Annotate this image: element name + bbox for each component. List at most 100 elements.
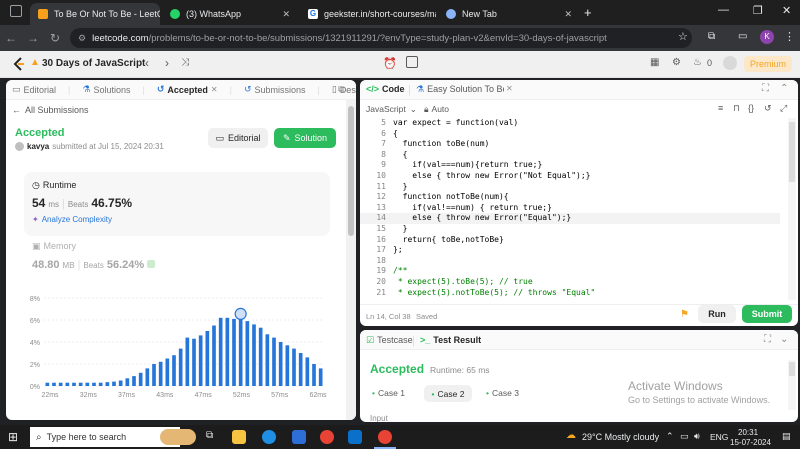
tab-new-tab[interactable]: New Tab ✕ bbox=[438, 3, 580, 25]
chart-bar[interactable] bbox=[192, 338, 196, 386]
notes-icon[interactable] bbox=[406, 56, 418, 68]
chart-bar[interactable] bbox=[158, 361, 163, 386]
chart-bar[interactable] bbox=[58, 382, 63, 386]
chart-bar[interactable] bbox=[278, 342, 283, 386]
chart-bar[interactable] bbox=[272, 337, 276, 386]
chart-bar[interactable] bbox=[245, 321, 250, 386]
tab-solution-draft[interactable]: ⚗ Easy Solution To Be bbox=[416, 84, 504, 95]
chart-bar[interactable] bbox=[172, 355, 176, 386]
clock-time[interactable]: 20:31 bbox=[738, 428, 758, 437]
store-icon[interactable] bbox=[292, 430, 306, 444]
sidebar-icon[interactable]: ▭ bbox=[738, 31, 747, 42]
code-editor[interactable]: 5 var expect = function(val) 6{7 function … bbox=[360, 118, 780, 300]
bookmark-star-icon[interactable]: ☆ bbox=[678, 30, 688, 43]
code-line[interactable]: 8 { bbox=[360, 150, 780, 161]
chart-bar[interactable] bbox=[212, 325, 216, 387]
windows-start-icon[interactable]: ⊞ bbox=[8, 430, 18, 444]
edge-icon[interactable] bbox=[262, 430, 276, 444]
tab-code[interactable]: </> Code bbox=[366, 84, 405, 94]
user-avatar[interactable] bbox=[723, 56, 737, 70]
chart-bar[interactable] bbox=[305, 357, 310, 386]
code-line[interactable]: 13 if(val!==num) { return true;} bbox=[360, 203, 780, 214]
mail-icon[interactable] bbox=[348, 430, 362, 444]
restore-icon[interactable]: ❐ bbox=[753, 4, 763, 17]
chart-bar[interactable] bbox=[165, 358, 170, 387]
language-select[interactable]: JavaScript ⌄ bbox=[366, 104, 417, 115]
volume-icon[interactable]: 🔊︎ bbox=[694, 431, 700, 442]
maximize-icon[interactable]: ⛶ bbox=[762, 83, 769, 94]
runtime-card[interactable]: ◷ Runtime 54 ms | Beats 46.75% ✦ Analyze C… bbox=[24, 172, 330, 236]
chart-bar[interactable] bbox=[238, 318, 243, 386]
reload-icon[interactable]: ↻ bbox=[44, 31, 66, 45]
chart-bar[interactable] bbox=[98, 382, 103, 386]
chrome-active-icon[interactable] bbox=[378, 430, 392, 444]
case-3-tab[interactable]: • Case 3 bbox=[486, 388, 519, 398]
tab-accepted[interactable]: ↺ Accepted ✕ bbox=[157, 84, 218, 95]
chart-bar[interactable] bbox=[145, 368, 150, 386]
back-arrow-icon[interactable]: ← bbox=[0, 31, 22, 45]
expand-icon[interactable]: ⤢ bbox=[780, 103, 787, 114]
chart-bar[interactable] bbox=[132, 376, 136, 386]
autocomplete-mode[interactable]: 🔒︎ Auto bbox=[424, 104, 449, 115]
settings-gear-icon[interactable]: ⚙ bbox=[672, 57, 681, 68]
chart-bar[interactable] bbox=[118, 380, 123, 387]
chart-bar[interactable] bbox=[185, 337, 190, 386]
chart-bar[interactable] bbox=[298, 353, 303, 386]
chart-bar[interactable] bbox=[285, 345, 290, 386]
chrome-icon[interactable] bbox=[320, 430, 334, 444]
timer-icon[interactable]: ⏰ bbox=[383, 57, 397, 70]
collapse-icon[interactable]: ⌄ bbox=[780, 334, 788, 345]
chart-bar[interactable] bbox=[205, 331, 210, 386]
tab-testcase[interactable]: ☑ Testcase bbox=[366, 335, 413, 346]
code-line[interactable]: 18 bbox=[360, 256, 780, 267]
chart-bar[interactable] bbox=[78, 382, 83, 386]
link-icon[interactable]: ⧉ bbox=[338, 84, 344, 95]
chart-bar[interactable] bbox=[312, 364, 316, 386]
notifications-icon[interactable]: ▤ bbox=[782, 431, 791, 442]
debug-icon[interactable]: ⚑ bbox=[680, 309, 689, 320]
network-icon[interactable]: ▭ bbox=[680, 431, 689, 442]
chart-bar[interactable] bbox=[152, 364, 156, 386]
chart-bar[interactable] bbox=[265, 334, 270, 386]
chart-bar[interactable] bbox=[252, 324, 256, 386]
tab-editorial[interactable]: ▭ Editorial bbox=[12, 84, 56, 95]
reset-icon[interactable]: ↺ bbox=[764, 103, 772, 114]
leetcode-logo-icon[interactable] bbox=[13, 57, 25, 71]
chart-bar[interactable] bbox=[198, 335, 203, 386]
editorial-button[interactable]: ▭ Editorial bbox=[208, 128, 268, 148]
tab-search-icon[interactable] bbox=[10, 5, 22, 17]
chart-bar[interactable] bbox=[65, 382, 70, 386]
code-line[interactable]: 9 if(val===num){return true;} bbox=[360, 160, 780, 171]
weather-icon[interactable]: ☁ bbox=[566, 430, 576, 441]
chart-bar[interactable] bbox=[292, 348, 296, 386]
close-icon[interactable]: ✕ bbox=[564, 9, 572, 20]
file-explorer-icon[interactable] bbox=[232, 430, 246, 444]
tab-test-result[interactable]: >_ Test Result bbox=[420, 335, 481, 345]
forward-arrow-icon[interactable]: → bbox=[22, 31, 44, 45]
site-info-icon[interactable]: ⚙ bbox=[78, 33, 86, 44]
code-line[interactable]: 5 var expect = function(val) bbox=[360, 118, 780, 129]
new-tab-plus-icon[interactable]: + bbox=[584, 5, 592, 20]
chart-bar[interactable] bbox=[318, 368, 323, 386]
memory-label[interactable]: ▣ Memory bbox=[32, 241, 76, 252]
code-line[interactable]: 12 function notToBe(num){ bbox=[360, 192, 780, 203]
chart-bar[interactable] bbox=[52, 382, 56, 386]
user-runtime-marker[interactable] bbox=[234, 307, 247, 320]
study-plan-title[interactable]: 30 Days of JavaScript bbox=[42, 58, 145, 69]
editor-scrollbar[interactable] bbox=[788, 118, 796, 300]
chart-bar[interactable] bbox=[85, 382, 90, 386]
chart-bar[interactable] bbox=[125, 378, 130, 386]
chart-bar[interactable] bbox=[138, 372, 143, 386]
format-icon[interactable]: ≡ bbox=[718, 103, 723, 113]
left-scrollbar[interactable] bbox=[346, 100, 356, 420]
code-line[interactable]: 14 else { throw new Error("Equal");} bbox=[360, 213, 780, 224]
runtime-distribution-chart[interactable]: 8% 6% 4% 2% 0%22ms 32ms 37ms 43ms 47ms 52ms 57ms 62… bbox=[24, 290, 330, 410]
code-line[interactable]: 7 function toBe(num) bbox=[360, 139, 780, 150]
chart-bar[interactable] bbox=[92, 382, 96, 386]
chart-bar[interactable] bbox=[45, 382, 50, 386]
run-button[interactable]: Run bbox=[698, 305, 736, 323]
code-line[interactable]: 17}; bbox=[360, 245, 780, 256]
input-language[interactable]: ENG bbox=[710, 432, 728, 442]
chart-bar[interactable] bbox=[218, 317, 223, 386]
tray-chevron-icon[interactable]: ⌃ bbox=[666, 431, 674, 442]
